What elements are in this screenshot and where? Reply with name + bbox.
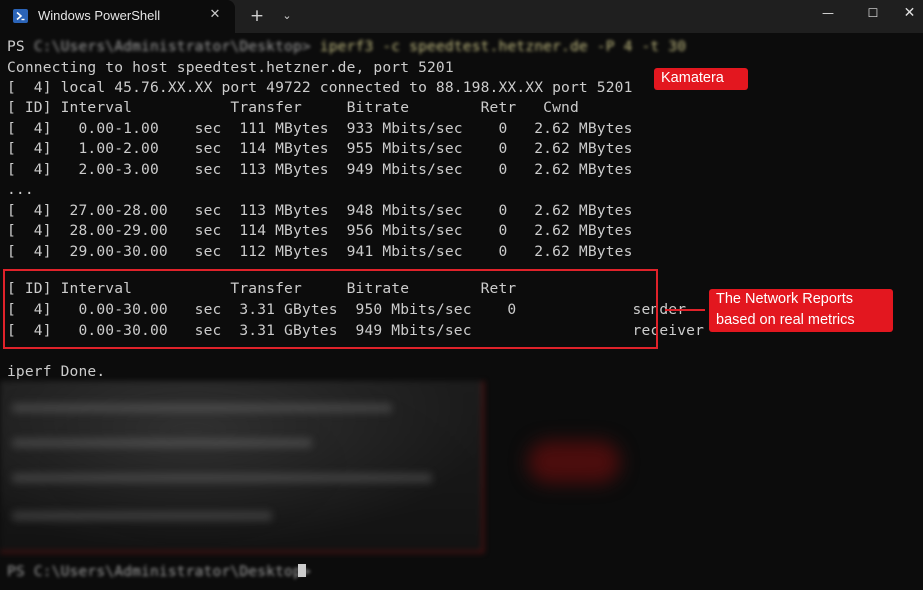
network-reports-label: The Network Reports based on real metric… — [709, 289, 893, 332]
redacted-text — [12, 403, 392, 413]
tab-close-icon[interactable]: ✕ — [207, 7, 223, 23]
done-line: iperf Done. — [7, 363, 106, 380]
redacted-text — [12, 438, 312, 448]
output-line: [ 4] local 45.76.XX.XX port 49722 connec… — [7, 79, 633, 96]
kamatera-label: Kamatera — [654, 68, 748, 90]
redacted-text — [12, 511, 272, 521]
annotation-connector-line — [665, 309, 705, 311]
network-label-line1: The Network Reports — [716, 291, 853, 307]
terminal-output[interactable]: PS C:\Users\Administrator\Desktop> iperf… — [0, 33, 923, 590]
output-line: [ 4] 27.00-28.00 sec 113 MBytes 948 Mbit… — [7, 202, 633, 219]
close-window-button[interactable]: ✕ — [896, 0, 923, 28]
maximize-button[interactable]: ☐ — [850, 0, 896, 28]
redacted-text — [12, 473, 432, 483]
output-line: [ 4] 1.00-2.00 sec 114 MBytes 955 Mbits/… — [7, 140, 633, 157]
output-ellipsis: ... — [7, 181, 34, 198]
output-line: [ 4] 2.00-3.00 sec 113 MBytes 949 Mbits/… — [7, 161, 633, 178]
final-prompt[interactable]: PS C:\Users\Administrator\Desktop> — [7, 562, 320, 582]
output-line: [ 4] 0.00-1.00 sec 111 MBytes 933 Mbits/… — [7, 120, 633, 137]
tab-dropdown-button[interactable]: ⌄ — [276, 6, 298, 26]
title-bar: Windows PowerShell ✕ + ⌄ — ☐ ✕ — [0, 0, 923, 33]
powershell-icon — [13, 9, 28, 23]
terminal-cursor — [298, 564, 306, 577]
prompt-prefix: PS — [7, 38, 34, 55]
tab-windows-powershell[interactable]: Windows PowerShell ✕ — [0, 0, 235, 33]
redacted-highlight — [528, 441, 620, 483]
output-line: Connecting to host speedtest.hetzner.de,… — [7, 59, 454, 76]
new-tab-button[interactable]: + — [246, 6, 268, 26]
output-line: [ ID] Interval Transfer Bitrate Retr Cwn… — [7, 99, 579, 116]
command-line: PS C:\Users\Administrator\Desktop> iperf… — [7, 37, 686, 57]
output-line: [ 4] 28.00-29.00 sec 114 MBytes 956 Mbit… — [7, 222, 633, 239]
summary-highlight-box — [3, 269, 658, 349]
prompt-path: C:\Users\Administrator\Desktop> — [33, 38, 320, 55]
tab-title: Windows PowerShell — [38, 8, 161, 23]
network-label-line2: based on real metrics — [716, 312, 855, 328]
minimize-button[interactable]: — — [805, 0, 851, 28]
output-line: [ 4] 29.00-30.00 sec 112 MBytes 941 Mbit… — [7, 243, 633, 260]
command-text: iperf3 -c speedtest.hetzner.de -P 4 -t 3… — [319, 38, 687, 55]
